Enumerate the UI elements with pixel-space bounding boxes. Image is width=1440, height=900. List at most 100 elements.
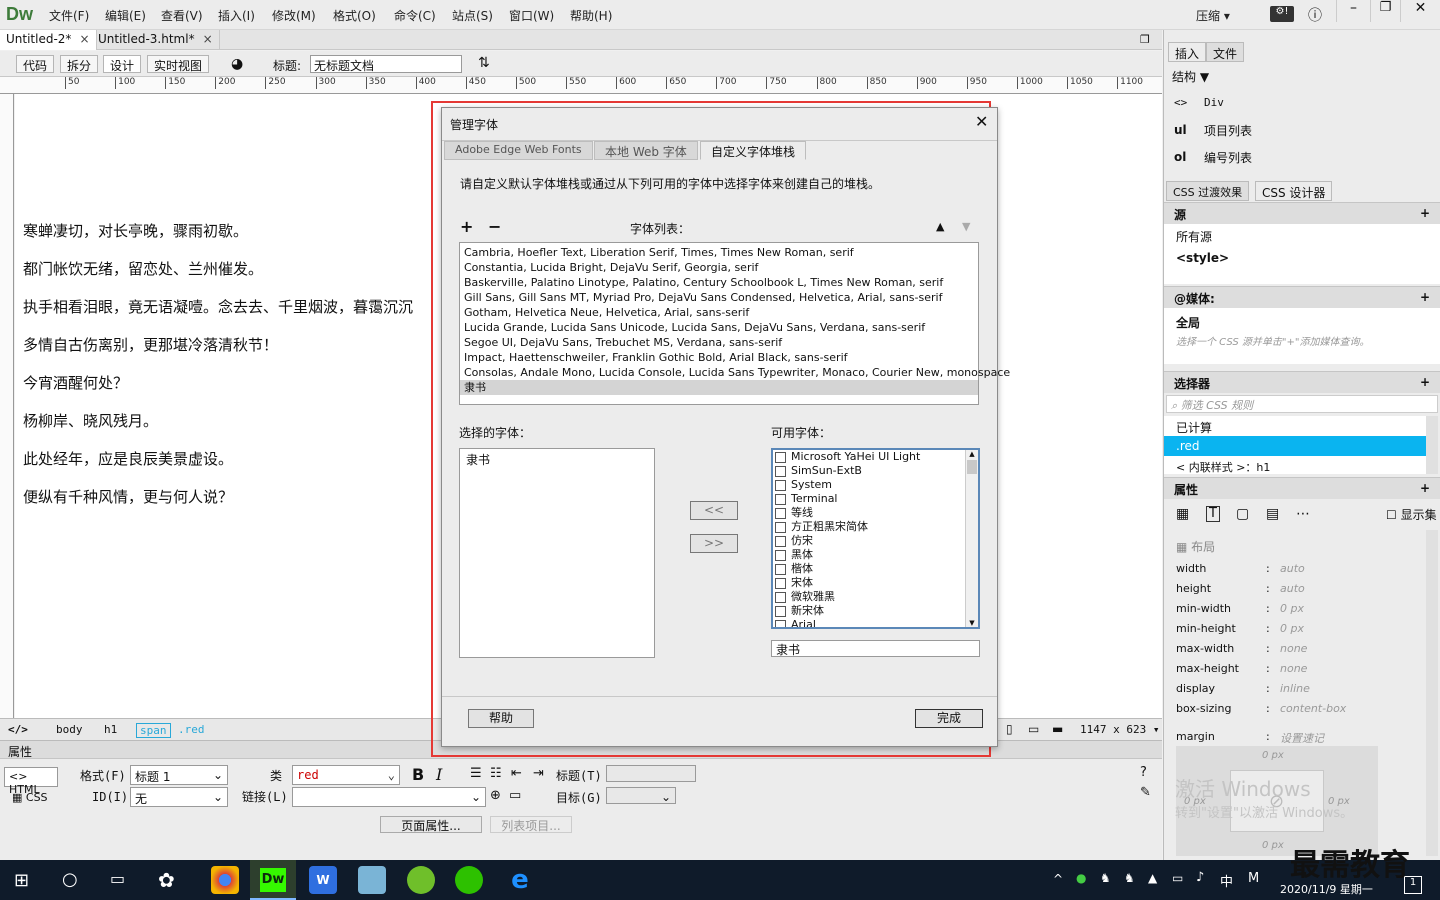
desktop-size-icon[interactable]: ▬	[1052, 722, 1063, 736]
doc-tab-untitled-2[interactable]: Untitled-2* ×	[0, 30, 97, 50]
prop-margin-value[interactable]: 设置速记	[1280, 730, 1324, 746]
preview-globe-icon[interactable]: ◕	[231, 56, 243, 72]
point-to-file-icon[interactable]: ⊕	[490, 788, 501, 803]
poem-line[interactable]: 此处经年，应是良辰美景虚设。	[23, 448, 233, 469]
title-attr-input[interactable]	[606, 765, 696, 782]
ime-switch-indicator[interactable]: M	[1248, 871, 1259, 886]
quick-tag-editor-icon[interactable]: ✎	[1140, 785, 1151, 800]
font-stack-item[interactable]: Gotham, Helvetica Neue, Helvetica, Arial…	[460, 305, 978, 320]
menu-edit[interactable]: 编辑(E)	[105, 7, 146, 24]
prop-width-value[interactable]: auto	[1280, 562, 1305, 575]
poem-line[interactable]: 寒蝉凄切，对长亭晚，骤雨初歇。	[23, 220, 248, 241]
show-set-checkbox[interactable]: ☐ 显示集	[1386, 506, 1437, 523]
windows-start-icon[interactable]: ⊞	[14, 870, 29, 891]
background-category-icon[interactable]: ▤	[1266, 506, 1279, 522]
source-style[interactable]: <style>	[1164, 249, 1440, 267]
tray-qq2-icon[interactable]: ♞	[1124, 871, 1135, 885]
insert-ol-item[interactable]: 编号列表	[1204, 149, 1252, 166]
font-stack-item[interactable]: Consolas, Andale Mono, Lucida Console, L…	[460, 365, 1010, 380]
tab-custom-font-stacks[interactable]: 自定义字体堆栈	[700, 141, 807, 160]
more-category-icon[interactable]: ⋯	[1296, 506, 1310, 522]
tab-insert[interactable]: 插入	[1168, 42, 1207, 62]
available-font-item[interactable]: 等线	[773, 506, 978, 520]
crumb-body[interactable]: body	[56, 723, 83, 736]
live-view-button[interactable]: 实时视图	[147, 55, 210, 73]
move-up-icon[interactable]: ▲	[936, 220, 944, 233]
add-source-icon[interactable]: +	[1420, 206, 1430, 220]
close-window-button[interactable]: ✕	[1400, 0, 1440, 22]
prop-max-width-value[interactable]: none	[1280, 642, 1307, 655]
tab-local-web-fonts[interactable]: 本地 Web 字体	[594, 141, 698, 160]
available-font-item[interactable]: 宋体	[773, 576, 978, 590]
poem-line[interactable]: 执手相看泪眼，竟无语凝噎。念去去、千里烟波，暮霭沉沉	[23, 296, 413, 317]
font-stack-item[interactable]: Segoe UI, DejaVu Sans, Trebuchet MS, Ver…	[460, 335, 978, 350]
design-view-button[interactable]: 设计	[103, 55, 142, 73]
font-stack-item-selected[interactable]: 隶书	[460, 380, 978, 395]
fruit-app-icon[interactable]	[407, 866, 435, 894]
notes-app-icon[interactable]	[358, 866, 386, 894]
volume-icon[interactable]: ♪	[1196, 870, 1204, 885]
workspace-switcher[interactable]: 压缩 ▾	[1196, 7, 1230, 24]
font-stack-item[interactable]: Cambria, Hoefler Text, Liberation Serif,…	[460, 245, 978, 260]
available-font-item[interactable]: 微软雅黑	[773, 590, 978, 604]
available-font-item[interactable]: Terminal	[773, 492, 978, 506]
menu-window[interactable]: 窗口(W)	[509, 7, 554, 24]
margin-bottom-value[interactable]: 0 px	[1262, 840, 1284, 851]
selectors-scrollbar[interactable]	[1426, 416, 1438, 474]
crumb-class-red[interactable]: .red	[178, 723, 205, 736]
menu-file[interactable]: 文件(F)	[49, 7, 89, 24]
tab-css-designer[interactable]: CSS 设计器	[1255, 181, 1333, 201]
poem-line[interactable]: 都门帐饮无绪，留恋处、兰州催发。	[23, 258, 263, 279]
dreamweaver-taskbar-icon[interactable]: Dw	[250, 860, 296, 900]
poem-line[interactable]: 便纵有千种风情，更与何人说？	[23, 486, 233, 507]
code-tag-icon[interactable]: </>	[8, 723, 28, 736]
font-stack-item[interactable]: Constantia, Lucida Bright, DejaVu Serif,…	[460, 260, 978, 275]
task-view-icon[interactable]: ▭	[110, 869, 125, 888]
app-pinwheel-icon[interactable]: ✿	[158, 868, 175, 892]
prop-min-width-value[interactable]: 0 px	[1280, 602, 1304, 615]
crumb-span[interactable]: span	[136, 723, 171, 738]
menu-help[interactable]: 帮助(H)	[570, 7, 612, 24]
border-category-icon[interactable]: ▢	[1236, 506, 1249, 522]
unordered-list-icon[interactable]: ☰	[470, 766, 482, 781]
file-transfer-icon[interactable]: ⇅	[478, 55, 490, 71]
prop-box-sizing-value[interactable]: content-box	[1280, 702, 1346, 715]
add-font-button[interactable]: <<	[690, 501, 738, 520]
remove-font-stack-button[interactable]: −	[488, 217, 501, 236]
restore-doc-icon[interactable]: ❐	[1140, 33, 1150, 46]
wechat-icon[interactable]	[455, 866, 483, 894]
selector-inline-h1[interactable]: < 内联样式 >：h1	[1164, 456, 1426, 474]
font-stack-item[interactable]: Impact, Haettenschweiler, Franklin Gothi…	[460, 350, 978, 365]
code-view-button[interactable]: 代码	[16, 55, 55, 73]
available-font-item[interactable]: 方正粗黑宋简体	[773, 520, 978, 534]
available-font-item[interactable]: 楷体	[773, 562, 978, 576]
format-select[interactable]: 标题 1 ⌄	[130, 765, 228, 785]
search-icon[interactable]: ○	[62, 869, 78, 890]
source-all[interactable]: 所有源	[1164, 224, 1440, 249]
ordered-list-icon[interactable]: ☷	[490, 766, 502, 781]
tab-css-transitions[interactable]: CSS 过渡效果	[1166, 181, 1250, 201]
css-mode-button[interactable]: ▦ CSS	[12, 791, 48, 804]
scroll-up-icon[interactable]: ▲	[966, 450, 978, 458]
tray-wechat-icon[interactable]: ●	[1076, 871, 1086, 885]
browse-folder-icon[interactable]: ▭	[509, 788, 521, 803]
menu-modify[interactable]: 修改(M)	[272, 7, 316, 24]
font-stack-item[interactable]: Lucida Grande, Lucida Sans Unicode, Luci…	[460, 320, 978, 335]
poem-line[interactable]: 今宵酒醒何处？	[23, 372, 128, 393]
indent-icon[interactable]: ⇥	[533, 766, 544, 781]
help-icon[interactable]: ?	[1140, 765, 1147, 780]
remove-font-button[interactable]: >>	[690, 534, 738, 553]
insert-div-item[interactable]: Div	[1204, 96, 1224, 109]
properties-scrollbar[interactable]	[1426, 530, 1438, 856]
selector-red[interactable]: .red	[1164, 436, 1426, 456]
close-tab-icon[interactable]: ×	[203, 32, 213, 46]
text-category-icon[interactable]: T	[1206, 506, 1220, 522]
title-input[interactable]: 无标题文档	[310, 55, 462, 73]
ime-mode-indicator[interactable]: 中	[1220, 871, 1233, 890]
prop-max-height-value[interactable]: none	[1280, 662, 1307, 675]
bold-button[interactable]: B	[412, 765, 424, 784]
tray-notification-icon[interactable]: ▲	[1148, 871, 1157, 885]
available-font-item[interactable]: 新宋体	[773, 604, 978, 618]
close-dialog-button[interactable]: ✕	[975, 112, 988, 131]
tray-expand-icon[interactable]: ^	[1053, 872, 1063, 886]
